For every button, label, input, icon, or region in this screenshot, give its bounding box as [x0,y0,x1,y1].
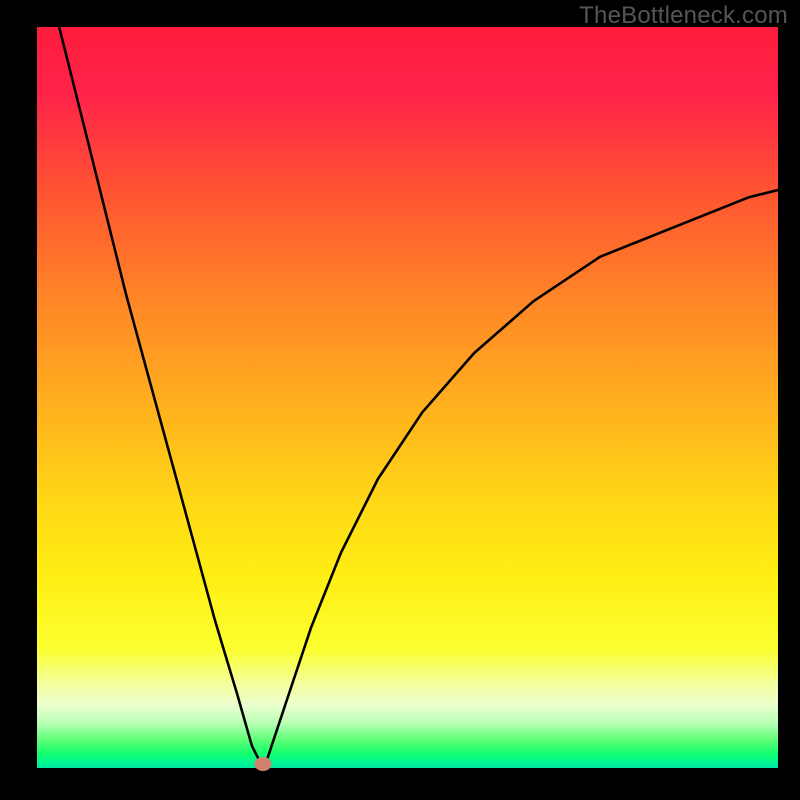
plot-area [37,27,778,768]
chart-frame: TheBottleneck.com [0,0,800,800]
optimum-marker [255,757,272,771]
watermark-text: TheBottleneck.com [579,2,788,30]
curve-svg [37,27,778,768]
bottleneck-curve [59,27,778,768]
